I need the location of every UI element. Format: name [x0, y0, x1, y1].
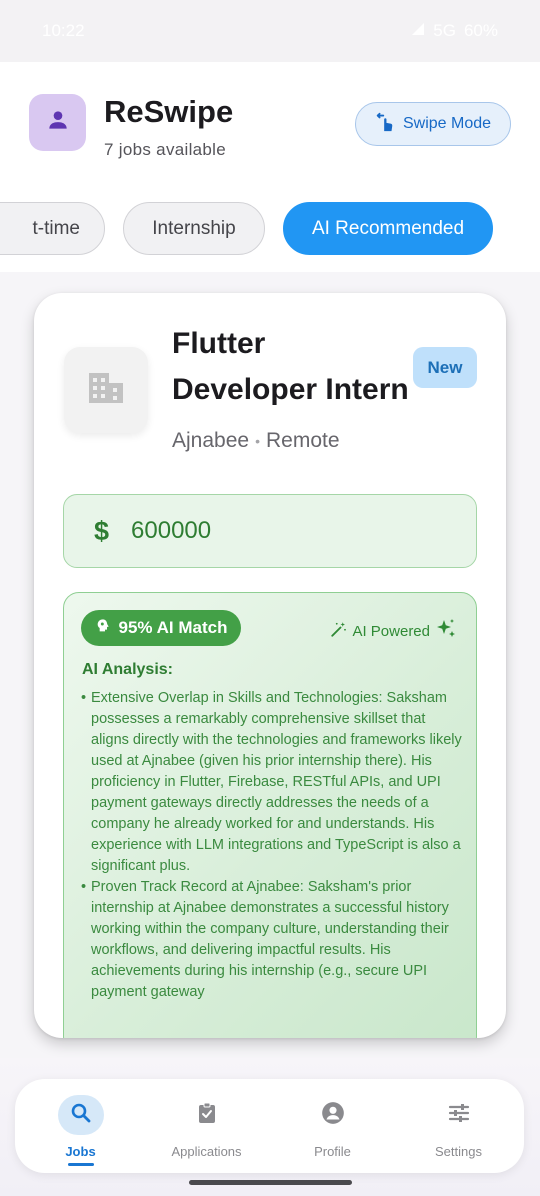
- account-circle-icon: [320, 1100, 346, 1131]
- nav-item-applications[interactable]: Applications: [143, 1079, 270, 1173]
- company-name: Ajnabee: [172, 429, 250, 452]
- new-badge: New: [413, 347, 477, 388]
- separator-dot: •: [255, 433, 260, 449]
- status-time: 10:22: [42, 21, 85, 40]
- nav-label-jobs: Jobs: [65, 1144, 96, 1159]
- nav-item-settings[interactable]: Settings: [395, 1079, 522, 1173]
- job-title-line-1: Flutter: [172, 327, 266, 360]
- ai-analysis-box: 95% AI Match AI Powered AI Analysis: • E…: [63, 592, 477, 1038]
- brain-icon: [95, 618, 111, 639]
- ai-match-badge: 95% AI Match: [81, 610, 241, 646]
- nav-profile-icon-wrap: [310, 1095, 356, 1135]
- status-indicators: 5G 60%: [411, 21, 498, 41]
- app-title: ReSwipe: [104, 94, 234, 129]
- salary-value: 600000: [131, 517, 212, 544]
- company-location: Ajnabee • Remote: [172, 429, 340, 453]
- job-title-line-2: Developer Intern: [172, 373, 409, 406]
- person-icon: [45, 107, 71, 138]
- nav-label-profile: Profile: [314, 1144, 351, 1159]
- search-icon: [69, 1101, 93, 1130]
- nav-label-settings: Settings: [435, 1144, 482, 1159]
- avatar[interactable]: [29, 94, 86, 151]
- building-icon: [87, 371, 125, 410]
- salary-box: $ 600000: [63, 494, 477, 568]
- swipe-mode-button[interactable]: Swipe Mode: [355, 102, 511, 146]
- nav-label-applications: Applications: [171, 1144, 242, 1159]
- signal-icon: [411, 21, 425, 41]
- ai-powered-label: AI Powered: [352, 622, 430, 640]
- nav-jobs-icon-wrap: [57, 1095, 104, 1135]
- gesture-handle[interactable]: [189, 1180, 352, 1185]
- ai-analysis-list: Extensive Overlap in Skills and Technolo…: [81, 688, 467, 1003]
- chip-internship[interactable]: Internship: [123, 202, 265, 255]
- company-logo: [64, 347, 148, 433]
- job-title: Flutter Developer Intern: [172, 321, 422, 413]
- ai-analysis-point: Extensive Overlap in Skills and Technolo…: [81, 688, 467, 877]
- app-header: ReSwipe 7 jobs available Swipe Mode t-ti…: [0, 62, 540, 272]
- nav-item-jobs[interactable]: Jobs: [17, 1079, 144, 1173]
- nav-active-indicator: [67, 1163, 94, 1166]
- filter-chips: t-time Internship AI Recommended: [0, 202, 540, 256]
- ai-powered-tag: AI Powered: [330, 617, 458, 645]
- nav-item-profile[interactable]: Profile: [269, 1079, 396, 1173]
- swipe-mode-label: Swipe Mode: [402, 115, 492, 132]
- ai-match-label: 95% AI Match: [118, 618, 228, 637]
- bottom-navigation: Jobs Applications Profile Settings: [15, 1079, 524, 1173]
- touch-swipe-icon: [375, 111, 397, 138]
- tune-sliders-icon: [447, 1101, 471, 1130]
- nav-settings-icon-wrap: [436, 1095, 482, 1135]
- clipboard-check-icon: [195, 1101, 219, 1130]
- chip-ai-recommended[interactable]: AI Recommended: [283, 202, 493, 255]
- nav-applications-icon-wrap: [184, 1095, 230, 1135]
- job-location: Remote: [265, 429, 340, 452]
- job-card[interactable]: Flutter Developer Intern New Ajnabee • R…: [34, 293, 506, 1038]
- ai-analysis-point: Proven Track Record at Ajnabee: Saksham'…: [81, 877, 467, 1003]
- jobs-count-subtitle: 7 jobs available: [104, 140, 226, 159]
- chip-part-time[interactable]: t-time: [0, 202, 105, 255]
- magic-wand-icon: [330, 620, 348, 642]
- dollar-icon: $: [94, 515, 110, 546]
- status-battery: 60%: [463, 21, 498, 40]
- status-network: 5G: [433, 21, 456, 40]
- ai-analysis-heading: AI Analysis:: [82, 661, 173, 678]
- status-bar: 10:22 5G 60%: [0, 0, 540, 62]
- sparkles-icon: [434, 617, 458, 645]
